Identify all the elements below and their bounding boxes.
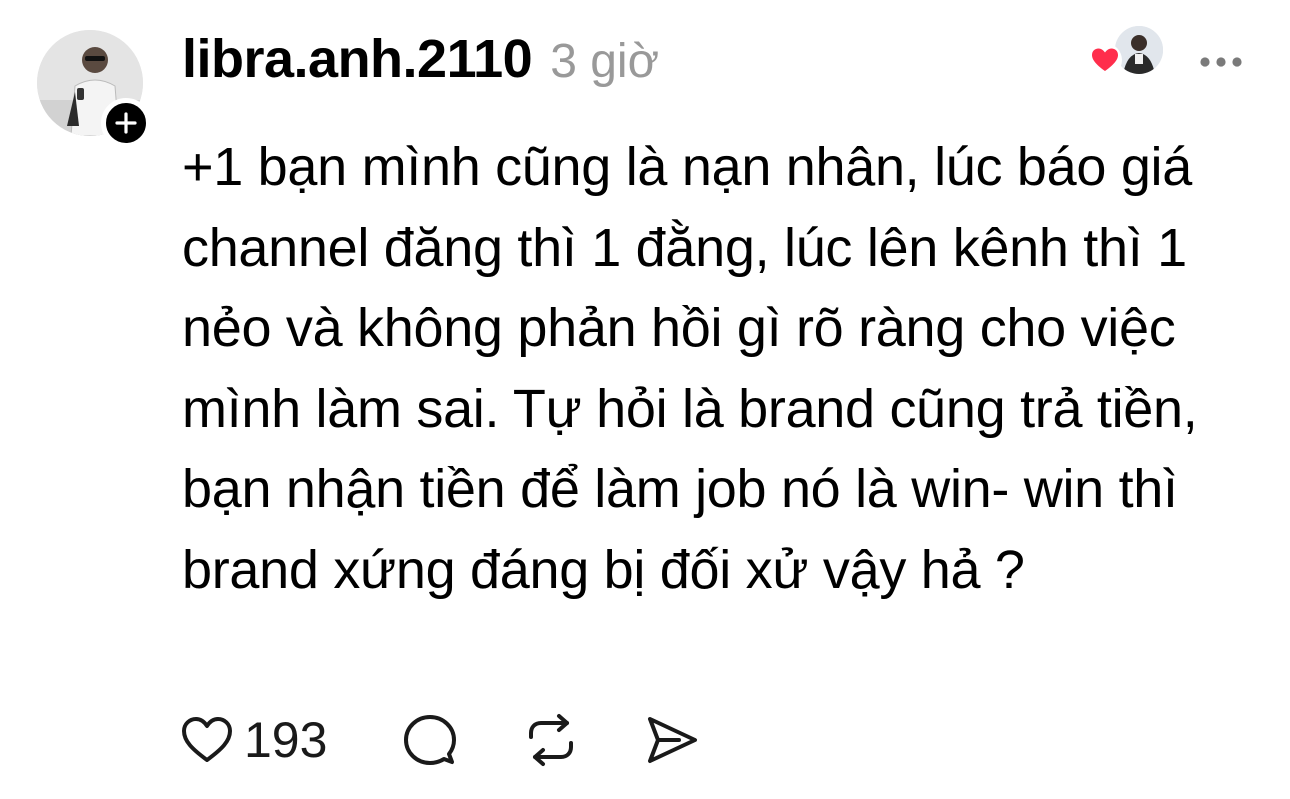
post-header: libra.anh.2110 3 giờ	[182, 28, 659, 98]
more-options-button[interactable]	[1196, 44, 1246, 80]
plus-icon	[115, 112, 137, 134]
comment-button[interactable]	[403, 713, 457, 767]
send-icon	[648, 717, 698, 763]
post-actions-bar: 193	[180, 708, 699, 772]
repost-button[interactable]	[523, 713, 579, 767]
repost-icon	[529, 714, 574, 766]
heart-icon	[1088, 43, 1122, 77]
liked-by-indicator[interactable]	[1085, 22, 1165, 82]
author-username[interactable]: libra.anh.2110	[182, 28, 533, 90]
comment-bubble-icon	[404, 715, 457, 765]
like-button[interactable]: 193	[180, 711, 327, 769]
ellipsis-icon	[1200, 57, 1242, 67]
share-button[interactable]	[645, 713, 699, 767]
like-count: 193	[244, 712, 328, 768]
post-body-text: +1 bạn mình cũng là nạn nhân, lúc báo gi…	[182, 137, 1198, 600]
post-timestamp: 3 giờ	[550, 35, 660, 88]
heart-outline-icon	[182, 717, 232, 762]
follow-button[interactable]	[101, 98, 151, 148]
